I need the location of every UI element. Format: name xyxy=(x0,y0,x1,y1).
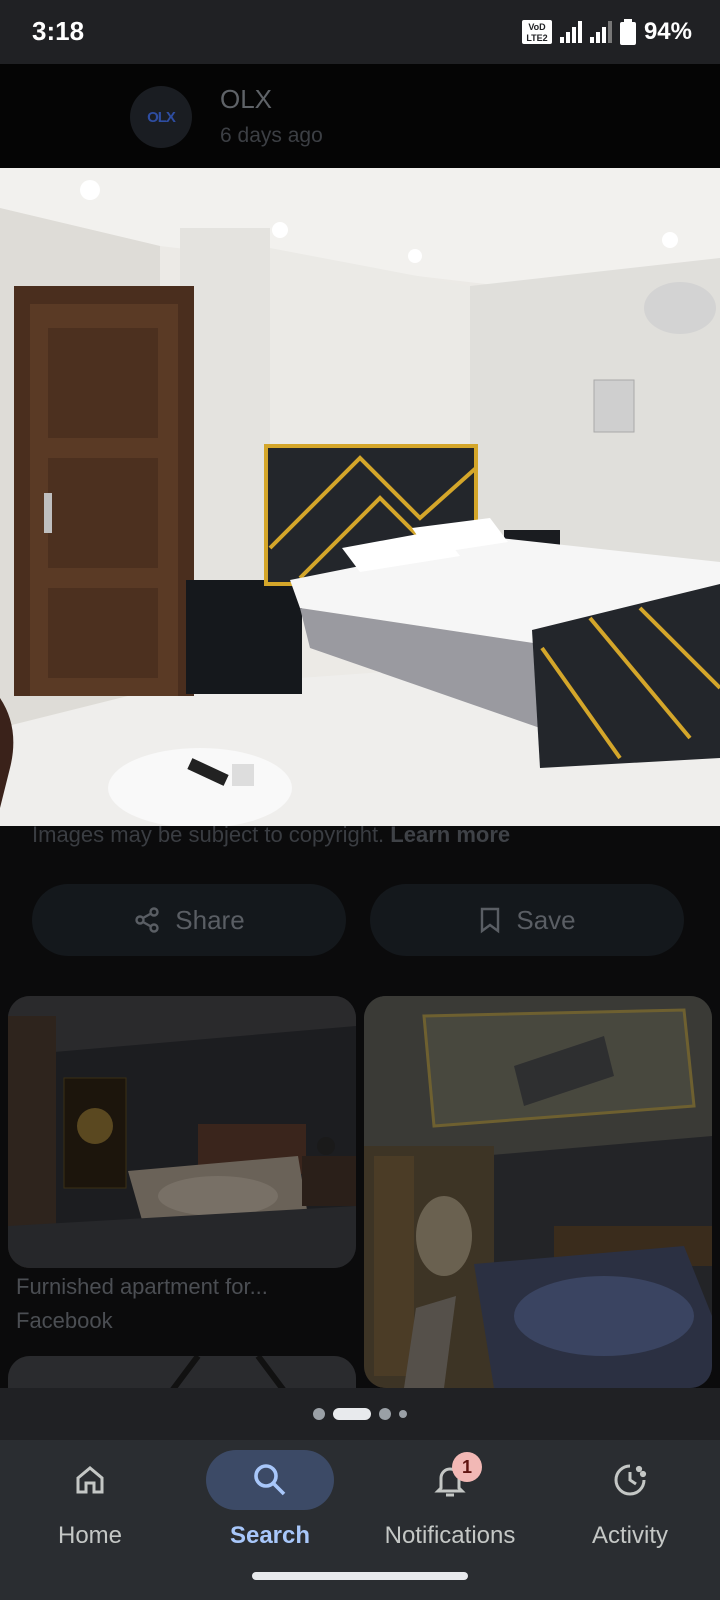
main-image[interactable] xyxy=(0,168,720,826)
battery-percent: 94% xyxy=(643,18,692,45)
source-header xyxy=(0,64,720,168)
copyright-notice: Images may be subject to copyright. Lear… xyxy=(32,822,510,848)
pager-dot-active[interactable] xyxy=(333,1408,371,1420)
nav-home[interactable]: Home xyxy=(0,1450,180,1550)
result-thumbnail[interactable] xyxy=(364,996,712,1388)
nav-search[interactable]: Search xyxy=(180,1450,360,1550)
bookmark-icon xyxy=(481,907,500,934)
result-thumbnail[interactable] xyxy=(8,996,356,1268)
notification-badge: 1 xyxy=(452,1452,482,1482)
signal-2-icon xyxy=(589,21,612,43)
save-label: Save xyxy=(516,904,576,935)
signal-icon xyxy=(559,21,582,43)
source-logo[interactable]: OLX xyxy=(130,86,192,148)
source-age: 6 days ago xyxy=(220,124,323,147)
share-button[interactable]: Share xyxy=(32,884,346,956)
image-pager xyxy=(0,1388,720,1440)
source-name[interactable]: OLX xyxy=(220,84,272,115)
status-icons: VoD LTE2 94% xyxy=(521,18,692,46)
pager-dot[interactable] xyxy=(313,1408,325,1420)
nav-activity-label: Activity xyxy=(591,1522,668,1549)
olx-logo-text: OLX xyxy=(147,108,176,126)
share-label: Share xyxy=(175,904,245,935)
share-icon xyxy=(135,907,159,933)
svg-text:VoD: VoD xyxy=(528,22,546,32)
result-source: Facebook xyxy=(16,1308,113,1333)
nav-activity[interactable]: Activity xyxy=(540,1450,720,1550)
search-icon xyxy=(254,1464,286,1496)
nav-search-label: Search xyxy=(229,1522,311,1549)
nav-notifications-label: Notifications xyxy=(384,1522,516,1549)
pager-dot[interactable] xyxy=(399,1410,407,1418)
activity-icon xyxy=(614,1464,647,1496)
pager-dot[interactable] xyxy=(379,1408,391,1420)
volte-icon: VoD LTE2 xyxy=(521,20,552,44)
nav-home-label: Home xyxy=(57,1522,123,1549)
copyright-text: Images may be subject to copyright. xyxy=(32,822,385,847)
nav-notifications[interactable]: Notifications xyxy=(360,1450,540,1550)
save-button[interactable]: Save xyxy=(370,884,684,956)
status-time: 3:18 xyxy=(32,16,85,46)
battery-icon xyxy=(619,19,636,45)
home-icon xyxy=(76,1466,104,1494)
svg-text:LTE2: LTE2 xyxy=(526,33,547,43)
learn-more-link[interactable]: Learn more xyxy=(390,822,510,847)
gesture-bar[interactable] xyxy=(252,1572,468,1580)
result-title[interactable]: Furnished apartment for... xyxy=(16,1274,268,1300)
